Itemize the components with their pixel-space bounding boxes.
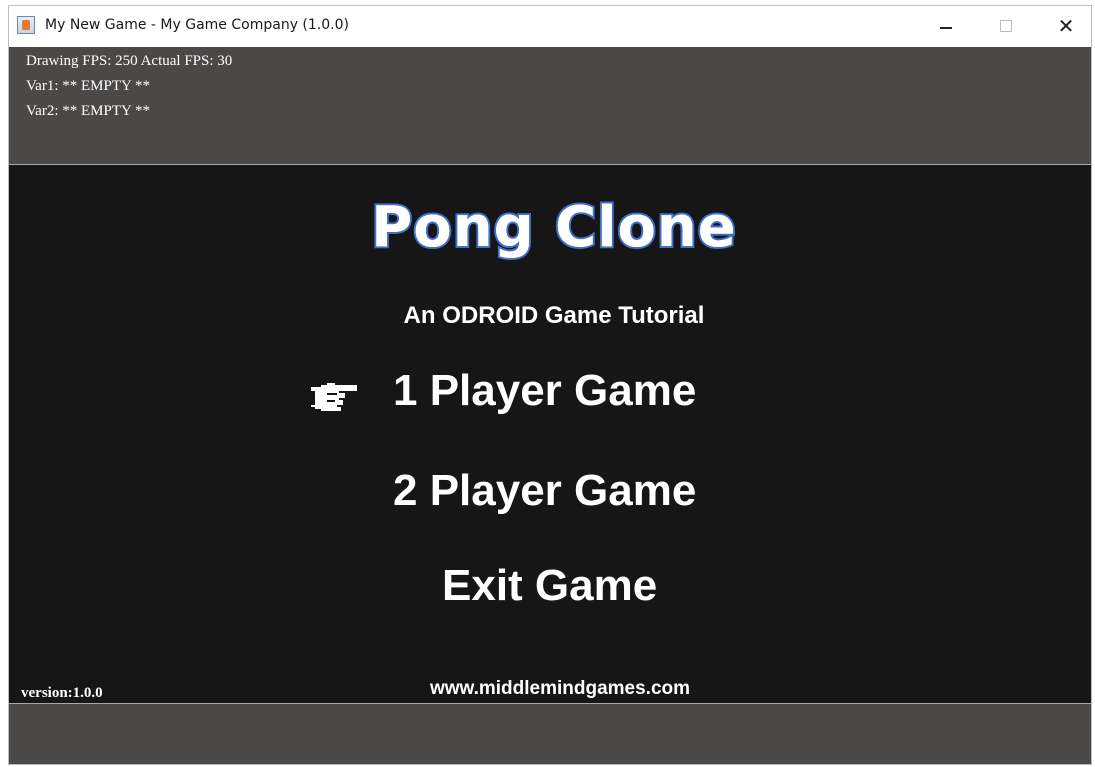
debug-panel: Drawing FPS: 250 Actual FPS: 30 Var1: **… <box>9 47 1091 165</box>
game-logo: Pong Clone <box>9 193 1091 262</box>
menu-item-1-player[interactable]: 1 Player Game <box>393 366 696 416</box>
window-title: My New Game - My Game Company (1.0.0) <box>45 17 349 33</box>
website-text: www.middlemindgames.com <box>429 678 691 699</box>
menu-item-2-player[interactable]: 2 Player Game <box>393 466 696 516</box>
minimize-icon <box>940 27 952 29</box>
close-icon: ✕ <box>1057 14 1075 38</box>
app-window: My New Game - My Game Company (1.0.0) ✕ … <box>8 5 1092 765</box>
pointing-hand-icon <box>311 383 357 411</box>
minimize-button[interactable] <box>923 10 969 42</box>
var2-readout: Var2: ** EMPTY ** <box>26 103 151 119</box>
title-bar[interactable]: My New Game - My Game Company (1.0.0) ✕ <box>9 6 1091 47</box>
bottom-panel <box>9 703 1091 764</box>
logo-text: Pong Clone <box>369 193 738 262</box>
var1-readout: Var1: ** EMPTY ** <box>26 78 151 94</box>
fps-readout: Drawing FPS: 250 Actual FPS: 30 <box>26 53 233 69</box>
maximize-button[interactable] <box>983 10 1029 42</box>
java-app-icon <box>17 16 35 34</box>
subtitle-text: An ODROID Game Tutorial <box>403 302 705 329</box>
close-button[interactable]: ✕ <box>1043 10 1089 42</box>
game-canvas[interactable]: Pong Clone An ODROID Game Tutorial 1 Pla… <box>9 165 1091 703</box>
website-label: www.middlemindgames.com <box>9 678 1091 700</box>
maximize-icon <box>1000 20 1012 32</box>
menu-item-exit[interactable]: Exit Game <box>442 561 657 611</box>
game-subtitle: An ODROID Game Tutorial <box>9 302 1091 330</box>
